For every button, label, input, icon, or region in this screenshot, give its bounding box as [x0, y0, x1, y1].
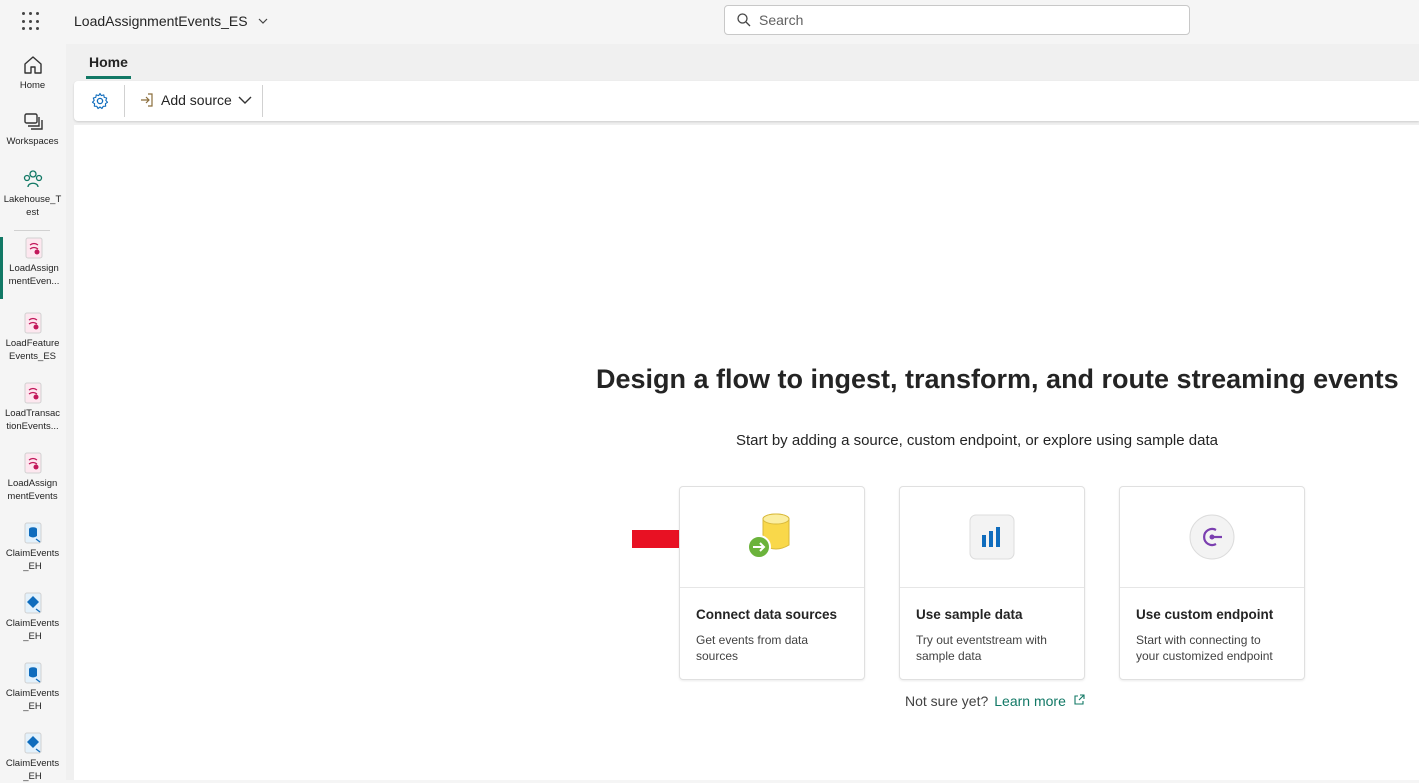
- nav-item-loadtransactionevents[interactable]: LoadTransac tionEvents...: [0, 382, 65, 433]
- nav-item-loadfeatureevents-es[interactable]: LoadFeature Events_ES: [0, 312, 65, 363]
- eventstream-icon: [25, 237, 43, 259]
- nav-item-loadassignmentevents-es[interactable]: LoadAssign mentEven...: [0, 237, 65, 299]
- nav-item-claimevents-eh-3[interactable]: ClaimEvents _EH: [0, 662, 65, 713]
- nav-label: LoadAssign mentEven...: [8, 263, 60, 287]
- bar-chart-icon: [969, 514, 1015, 560]
- app-launcher-icon[interactable]: [22, 12, 42, 32]
- eventstream-icon: [24, 382, 41, 404]
- card-title: Connect data sources: [696, 607, 838, 622]
- card-connect-data-sources[interactable]: Connect data sources Get events from dat…: [679, 486, 865, 680]
- eventhouse-icon: [24, 662, 41, 684]
- nav-label: Workspaces: [6, 136, 59, 147]
- eventhouse-icon: [24, 522, 41, 544]
- item-title: LoadAssignmentEvents_ES: [74, 13, 248, 29]
- card-image: [680, 487, 864, 588]
- settings-gear-icon[interactable]: [91, 92, 109, 110]
- nav-item-home[interactable]: Home: [0, 54, 65, 92]
- kql-database-icon: [24, 592, 41, 614]
- search-input[interactable]: [757, 11, 1161, 29]
- chevron-down-icon: [258, 18, 267, 24]
- main-area: Home Add source Design a flow to ingest,…: [66, 44, 1419, 780]
- nav-item-claimevents-eh-2[interactable]: ClaimEvents _EH: [0, 592, 65, 643]
- nav-item-workspaces[interactable]: Workspaces: [0, 110, 65, 148]
- toolbar-divider: [262, 85, 263, 117]
- tab-home[interactable]: Home: [86, 54, 131, 79]
- card-title: Use custom endpoint: [1136, 607, 1274, 622]
- add-source-button[interactable]: Add source: [139, 92, 252, 108]
- nav-label: ClaimEvents _EH: [5, 618, 60, 642]
- nav-label: LoadFeature Events_ES: [5, 338, 60, 362]
- endpoint-icon: [1189, 514, 1235, 560]
- nav-item-lakehouse-test[interactable]: Lakehouse_T est: [0, 168, 65, 219]
- chevron-down-icon: [238, 96, 252, 104]
- ribbon-tabs: Home: [66, 44, 1419, 80]
- nav-label: ClaimEvents _EH: [5, 548, 60, 572]
- database-connect-icon: [747, 513, 790, 559]
- nav-label: ClaimEvents _EH: [5, 758, 60, 782]
- nav-divider: [14, 230, 50, 231]
- empty-state-subtitle: Start by adding a source, custom endpoin…: [736, 432, 1218, 449]
- eventstream-icon: [24, 312, 41, 334]
- card-use-custom-endpoint[interactable]: Use custom endpoint Start with connectin…: [1119, 486, 1305, 680]
- search-box[interactable]: [724, 5, 1190, 35]
- item-title-dropdown[interactable]: LoadAssignmentEvents_ES: [74, 13, 268, 29]
- workspace-people-icon: [23, 170, 42, 188]
- card-image: [1120, 487, 1304, 588]
- nav-item-claimevents-eh-4[interactable]: ClaimEvents _EH: [0, 732, 65, 783]
- empty-state-title: Design a flow to ingest, transform, and …: [596, 364, 1399, 394]
- ribbon-toolbar: Add source: [74, 81, 1419, 121]
- home-icon: [23, 56, 42, 74]
- search-icon: [737, 13, 751, 27]
- not-sure-text: Not sure yet?: [905, 693, 989, 709]
- nav-item-loadassignmentevents[interactable]: LoadAssign mentEvents: [0, 452, 65, 503]
- eventstream-canvas: Design a flow to ingest, transform, and …: [74, 125, 1419, 780]
- left-nav-rail: Home Workspaces Lakehouse_T est LoadAssi…: [0, 44, 65, 783]
- sign-in-arrow-icon: [141, 93, 153, 107]
- kql-database-icon: [24, 732, 41, 754]
- external-link-icon: [1074, 694, 1085, 705]
- nav-label: ClaimEvents _EH: [5, 688, 60, 712]
- workspaces-icon: [23, 113, 43, 130]
- nav-label: LoadTransac tionEvents...: [4, 408, 61, 432]
- card-description: Try out eventstream with sample data: [916, 633, 1047, 663]
- top-bar: LoadAssignmentEvents_ES: [0, 0, 1419, 44]
- learn-more-link[interactable]: Learn more: [994, 693, 1085, 709]
- card-image: [900, 487, 1084, 588]
- not-sure-line: Not sure yet? Learn more: [905, 693, 1085, 709]
- nav-item-claimevents-eh-1[interactable]: ClaimEvents _EH: [0, 522, 65, 573]
- card-description: Get events from data sources: [696, 633, 809, 663]
- learn-more-label: Learn more: [994, 693, 1066, 709]
- nav-label: Lakehouse_T est: [3, 194, 62, 218]
- toolbar-divider: [124, 85, 125, 117]
- add-source-label: Add source: [161, 92, 232, 108]
- card-title: Use sample data: [916, 607, 1023, 622]
- eventstream-icon: [24, 452, 41, 474]
- card-description: Start with connecting to your customized…: [1136, 633, 1273, 663]
- nav-label: LoadAssign mentEvents: [7, 478, 58, 502]
- nav-label: Home: [19, 80, 46, 91]
- card-use-sample-data[interactable]: Use sample data Try out eventstream with…: [899, 486, 1085, 680]
